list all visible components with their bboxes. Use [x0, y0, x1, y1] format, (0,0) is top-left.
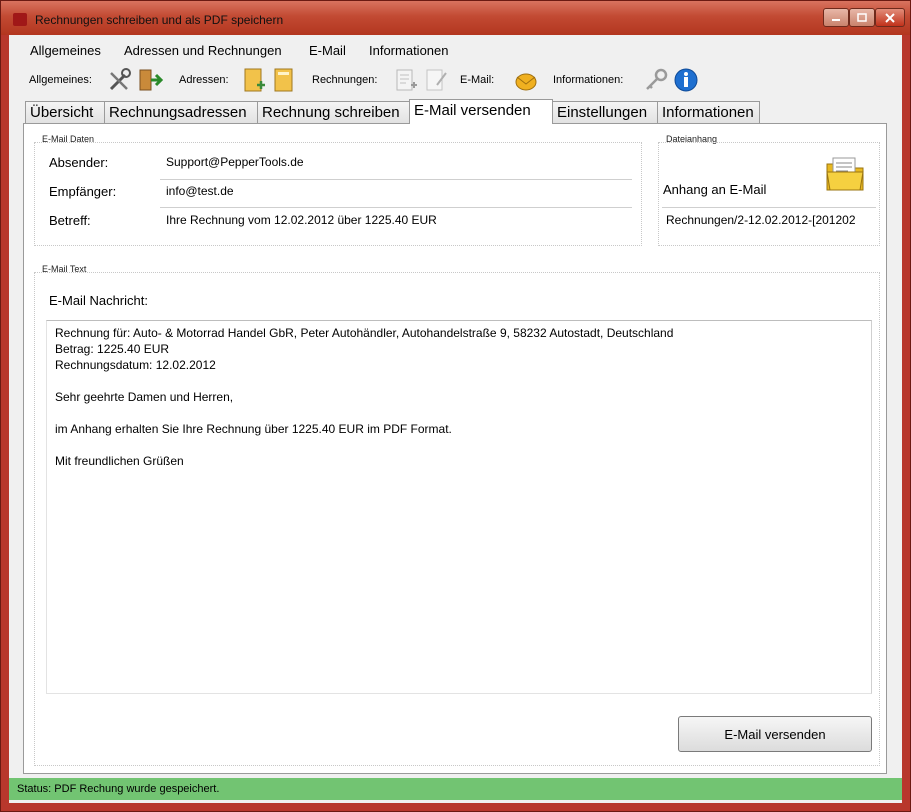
app-window: Rechnungen schreiben und als PDF speiche…	[0, 0, 911, 812]
empfaenger-underline	[160, 207, 632, 208]
invoice-edit-icon[interactable]	[423, 67, 449, 93]
status-bar: Status: PDF Rechung wurde gespeichert.	[9, 778, 902, 800]
tab-email-versenden[interactable]: E-Mail versenden	[409, 99, 553, 124]
absender-label: Absender:	[49, 155, 109, 170]
email-versenden-button[interactable]: E-Mail versenden	[678, 716, 872, 752]
tab-einstellungen[interactable]: Einstellungen	[552, 101, 658, 123]
toolbar-label-adressen: Adressen:	[179, 74, 229, 86]
tab-bar: Übersicht Rechnungsadressen Rechnung sch…	[19, 99, 760, 124]
anhang-field[interactable]: Rechnungen/2-12.02.2012-[201202	[666, 213, 876, 227]
address-book-icon[interactable]	[271, 67, 297, 93]
menu-informationen[interactable]: Informationen	[369, 43, 449, 58]
menu-bar: Allgemeines Adressen und Rechnungen E-Ma…	[9, 41, 902, 61]
title-bar[interactable]: Rechnungen schreiben und als PDF speiche…	[1, 1, 910, 35]
betreff-field[interactable]: Ihre Rechnung vom 12.02.2012 über 1225.4…	[166, 213, 632, 227]
window-title: Rechnungen schreiben und als PDF speiche…	[35, 13, 284, 27]
tab-rechnungsadressen[interactable]: Rechnungsadressen	[104, 101, 258, 123]
toolbar: Allgemeines: Adressen: Rechnungen: E-Mai…	[9, 65, 902, 97]
toolbar-label-email: E-Mail:	[460, 74, 495, 86]
tab-informationen[interactable]: Informationen	[657, 101, 760, 123]
tools-icon[interactable]	[107, 67, 133, 93]
nachricht-label: E-Mail Nachricht:	[49, 293, 148, 308]
toolbar-label-allgemeines: Allgemeines:	[29, 74, 92, 86]
toolbar-label-informationen: Informationen:	[553, 74, 624, 86]
maximize-button[interactable]	[849, 8, 875, 27]
minimize-button[interactable]	[823, 8, 849, 27]
empfaenger-label: Empfänger:	[49, 184, 117, 199]
tab-rechnung-schreiben[interactable]: Rechnung schreiben	[257, 101, 411, 123]
toolbar-label-rechnungen: Rechnungen:	[312, 74, 378, 86]
email-icon[interactable]	[512, 67, 538, 93]
menu-allgemeines[interactable]: Allgemeines	[30, 43, 101, 58]
absender-field[interactable]: Support@PepperTools.de	[166, 155, 626, 169]
email-message-textarea[interactable]: Rechnung für: Auto- & Motorrad Handel Gb…	[46, 320, 872, 694]
email-panel: E-Mail Daten Absender: Support@PepperToo…	[23, 123, 887, 774]
anhang-label: Anhang an E-Mail	[663, 182, 767, 197]
menu-adressen-und-rechnungen[interactable]: Adressen und Rechnungen	[124, 43, 282, 58]
app-icon	[13, 13, 27, 26]
tab-uebersicht[interactable]: Übersicht	[25, 101, 105, 123]
address-book-add-icon[interactable]	[241, 67, 267, 93]
minimize-icon	[832, 18, 840, 21]
folder-icon[interactable]	[824, 154, 866, 194]
status-text: Status: PDF Rechung wurde gespeichert.	[17, 783, 220, 795]
key-icon[interactable]	[643, 67, 669, 93]
close-icon	[885, 12, 895, 23]
anhang-underline	[662, 207, 876, 208]
client-area: Allgemeines Adressen und Rechnungen E-Ma…	[9, 35, 902, 803]
betreff-label: Betreff:	[49, 213, 91, 228]
close-button[interactable]	[875, 8, 905, 27]
invoice-add-icon[interactable]	[393, 67, 419, 93]
exit-door-icon[interactable]	[137, 67, 163, 93]
menu-email[interactable]: E-Mail	[309, 43, 346, 58]
info-icon[interactable]	[673, 67, 699, 93]
empfaenger-field[interactable]: info@test.de	[166, 184, 626, 198]
maximize-icon	[857, 13, 867, 22]
absender-underline	[160, 179, 632, 180]
